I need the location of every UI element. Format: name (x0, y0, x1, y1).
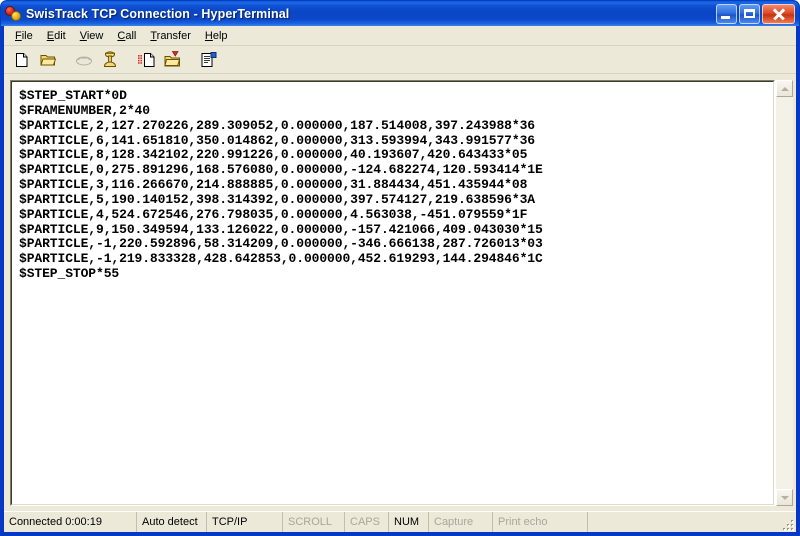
window-controls (716, 4, 797, 24)
terminal-output: $STEP_START*0D $FRAMENUMBER,2*40 $PARTIC… (19, 89, 773, 282)
status-capture: Capture (429, 512, 493, 532)
menu-item-call[interactable]: Call (110, 28, 143, 44)
properties-button[interactable] (196, 48, 220, 71)
toolbar (4, 46, 796, 74)
status-caps: CAPS (345, 512, 389, 532)
status-bar: Connected 0:00:19 Auto detect TCP/IP SCR… (4, 511, 796, 532)
scrollbar-track[interactable] (776, 97, 793, 489)
menu-item-view[interactable]: View (73, 28, 111, 44)
status-connected: Connected 0:00:19 (4, 512, 137, 532)
properties-icon (200, 52, 217, 68)
scroll-up-arrow[interactable] (776, 80, 793, 97)
open-file-button[interactable] (36, 48, 60, 71)
send-file-icon (137, 52, 156, 68)
terminal-panel: $STEP_START*0D $FRAMENUMBER,2*40 $PARTIC… (8, 78, 794, 509)
menu-label-edit-rest: dit (54, 30, 66, 42)
status-detect: Auto detect (137, 512, 207, 532)
terminal-frame: $STEP_START*0D $FRAMENUMBER,2*40 $PARTIC… (10, 80, 775, 506)
title-bar[interactable]: SwisTrack TCP Connection - HyperTerminal (1, 1, 799, 26)
menu-label-file-rest: ile (22, 30, 33, 42)
terminal-screen[interactable]: $STEP_START*0D $FRAMENUMBER,2*40 $PARTIC… (11, 81, 774, 505)
menu-label-transfer-rest: ransfer (157, 30, 191, 42)
scroll-down-arrow[interactable] (776, 489, 793, 506)
receive-file-button[interactable] (160, 48, 184, 71)
menu-label-call-rest: all (125, 30, 136, 42)
status-print-echo: Print echo (493, 512, 588, 532)
menu-label-help-rest: elp (213, 30, 228, 42)
menu-label-view-rest: iew (87, 30, 104, 42)
maximize-button[interactable] (739, 4, 760, 24)
hyperterminal-window: SwisTrack TCP Connection - HyperTerminal… (0, 0, 800, 536)
receive-file-icon (164, 51, 181, 68)
window-title: SwisTrack TCP Connection - HyperTerminal (26, 7, 716, 21)
new-connection-icon (14, 52, 30, 68)
call-button[interactable] (72, 48, 96, 71)
hyperterminal-icon (5, 5, 22, 22)
status-protocol: TCP/IP (207, 512, 283, 532)
close-button[interactable] (762, 4, 795, 24)
hangup-phone-icon (102, 51, 118, 68)
menu-item-help[interactable]: Help (198, 28, 235, 44)
minimize-button[interactable] (716, 4, 737, 24)
menu-item-file[interactable]: File (8, 28, 40, 44)
open-folder-icon (40, 52, 57, 68)
new-connection-button[interactable] (10, 48, 34, 71)
menu-item-transfer[interactable]: Transfer (143, 28, 198, 44)
status-filler (588, 512, 796, 532)
phone-call-icon (75, 53, 93, 67)
menu-item-edit[interactable]: Edit (40, 28, 73, 44)
menu-bar: File Edit View Call Transfer Help (4, 26, 796, 46)
disconnect-button[interactable] (98, 48, 122, 71)
vertical-scrollbar[interactable] (775, 80, 793, 506)
send-file-button[interactable] (134, 48, 158, 71)
client-area: File Edit View Call Transfer Help (1, 26, 799, 535)
resize-grip[interactable] (782, 519, 794, 531)
status-scroll: SCROLL (283, 512, 345, 532)
status-num: NUM (389, 512, 429, 532)
